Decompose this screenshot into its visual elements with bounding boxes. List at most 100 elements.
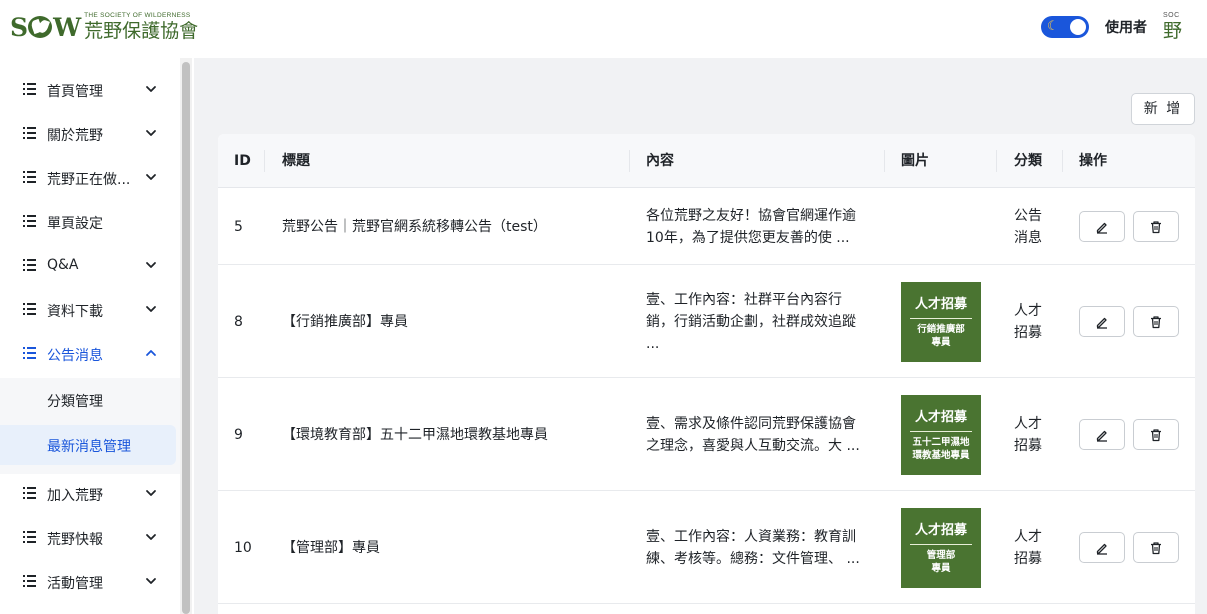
logo[interactable]: SW THE SOCIETY OF WILDERNESS 荒野保護協會: [10, 10, 198, 42]
row-content: 壹、需求及條件認同荒野保護協會 之理念，喜愛與人互動交流。大 ...: [646, 413, 861, 457]
row-content-line: 10年，為了提供您更友善的使 ...: [646, 229, 850, 246]
list-icon: [23, 259, 36, 271]
column-header-id[interactable]: ID: [234, 134, 251, 188]
column-separator: [884, 150, 885, 172]
sidebar-scrollbar-thumb[interactable]: [182, 62, 190, 614]
logo-subtitle: THE SOCIETY OF WILDERNESS: [84, 12, 191, 19]
image-subtext: 五十二甲濕地: [912, 436, 970, 448]
sidebar-item-label: 首頁管理: [47, 84, 103, 100]
sidebar-item[interactable]: 首頁管理: [0, 68, 176, 112]
column-header-actions: 操作: [1079, 153, 1107, 169]
table-row: 9 【環境教育部】五十二甲濕地環教基地專員 壹、需求及條件認同荒野保護協會 之理念，喜…: [218, 378, 1195, 491]
chevron-down-icon: [144, 82, 158, 96]
sidebar-item-label: 資料下載: [47, 304, 103, 320]
row-category-line: 人才: [1014, 415, 1042, 432]
list-icon: [23, 303, 36, 315]
sidebar-item[interactable]: 資料下載: [0, 288, 176, 332]
row-content-line: 之理念，喜愛與人互動交流。大 ...: [646, 437, 860, 454]
chevron-down-icon: [144, 530, 158, 544]
news-table: ID 標題 內容 圖片 分類 操作 5 荒野公告｜荒野官網系統移轉公告（test）…: [218, 134, 1195, 614]
list-icon: [23, 575, 36, 587]
delete-button[interactable]: [1133, 210, 1179, 242]
sidebar-subitem-label: 分類管理: [47, 394, 103, 410]
image-divider: [910, 430, 972, 432]
user-label[interactable]: 使用者: [1105, 17, 1147, 37]
row-content-line: 練、考核等。總務：文件管理、 ...: [646, 550, 860, 567]
column-separator: [1062, 150, 1063, 172]
row-category: 公告 消息: [1014, 205, 1042, 249]
row-id: 10: [234, 539, 252, 556]
row-content-line: 壹、工作內容：社群平台內容行: [646, 291, 842, 308]
column-header-image[interactable]: 圖片: [901, 134, 929, 188]
row-id: 5: [234, 218, 243, 235]
delete-button[interactable]: [1133, 531, 1179, 563]
edit-button[interactable]: [1079, 418, 1125, 450]
chevron-down-icon: [144, 126, 158, 140]
edit-button[interactable]: [1079, 305, 1125, 337]
sidebar-item[interactable]: 荒野正在做...: [0, 156, 176, 200]
sidebar: 首頁管理關於荒野荒野正在做... 單頁設定 Q&A 資料下載公告消息加入荒野荒野快報活…: [0, 58, 182, 614]
image-divider: [910, 543, 972, 545]
column-header-title[interactable]: 標題: [282, 134, 310, 188]
row-content: 壹、工作內容：人資業務：教育訓 練、考核等。總務：文件管理、 ...: [646, 526, 861, 570]
image-subtext: 管理部: [926, 549, 956, 561]
edit-button[interactable]: [1079, 531, 1125, 563]
row-category: 人才 招募: [1014, 526, 1042, 570]
list-icon: [23, 215, 36, 227]
image-subtext: 專員: [931, 562, 951, 574]
row-image: 人才招募五十二甲濕地 環教基地專員: [901, 394, 981, 475]
edit-button[interactable]: [1079, 210, 1125, 242]
row-content-line: 壹、工作內容：人資業務：教育訓: [646, 528, 856, 545]
sidebar-item-label: 關於荒野: [47, 128, 103, 144]
sidebar-subitem[interactable]: 最新消息管理: [0, 425, 176, 465]
row-category-line: 消息: [1014, 229, 1042, 246]
table-row: 10 【管理部】專員 壹、工作內容：人資業務：教育訓 練、考核等。總務：文件管理、 .…: [218, 491, 1195, 604]
sidebar-item[interactable]: Q&A: [0, 244, 176, 288]
row-id: 9: [234, 426, 243, 443]
column-separator: [264, 150, 265, 172]
image-subtext: 環教基地專員: [912, 449, 970, 461]
sidebar-item-label: 荒野正在做...: [47, 172, 131, 188]
sidebar-item[interactable]: 荒野快報: [0, 516, 176, 560]
row-category-line: 招募: [1014, 550, 1042, 567]
row-category-line: 人才: [1014, 302, 1042, 319]
list-icon: [23, 83, 36, 95]
list-icon: [23, 487, 36, 499]
row-content-line: 銷，行銷活動企劃，社群成效追蹤: [646, 313, 856, 330]
row-category-line: 公告: [1014, 207, 1042, 224]
column-separator: [629, 150, 630, 172]
sidebar-item[interactable]: 公告消息: [0, 332, 176, 376]
delete-button[interactable]: [1133, 418, 1179, 450]
sidebar-item[interactable]: 單頁設定: [0, 200, 176, 244]
row-title: 【行銷推廣部】專員: [282, 313, 408, 330]
row-content-line: ...: [646, 335, 660, 352]
column-header-category[interactable]: 分類: [1014, 134, 1042, 188]
sidebar-item[interactable]: 活動管理: [0, 560, 176, 604]
avatar-char: 野: [1163, 20, 1183, 42]
sidebar-item-label: 加入荒野: [47, 488, 103, 504]
sidebar-item[interactable]: 關於荒野: [0, 112, 176, 156]
table-row: 8 【行銷推廣部】專員 壹、工作內容：社群平台內容行 銷，行銷活動企劃，社群成效追蹤.…: [218, 265, 1195, 378]
theme-toggle[interactable]: ☾: [1041, 16, 1089, 38]
table-header: [218, 134, 1195, 188]
sidebar-subitem[interactable]: 分類管理: [0, 380, 176, 420]
sidebar-item-label: 公告消息: [47, 348, 103, 364]
row-category-line: 招募: [1014, 324, 1042, 341]
row-category: 人才 招募: [1014, 413, 1042, 457]
logo-name: 荒野保護協會: [84, 20, 199, 42]
column-header-content[interactable]: 內容: [646, 134, 674, 188]
chevron-down-icon: [144, 170, 158, 184]
sidebar-item[interactable]: 加入荒野: [0, 472, 176, 516]
row-category-line: 招募: [1014, 437, 1042, 454]
avatar[interactable]: SOC 野: [1163, 12, 1193, 44]
delete-button[interactable]: [1133, 305, 1179, 337]
chevron-up-icon: [144, 346, 158, 360]
image-heading: 人才招募: [914, 409, 967, 425]
chevron-down-icon: [144, 574, 158, 588]
row-content-line: 壹、需求及條件認同荒野保護協會: [646, 415, 856, 432]
add-button[interactable]: 新 增: [1131, 93, 1195, 125]
row-image: 人才招募 行銷推廣部 專員: [901, 281, 981, 362]
image-subtext: 行銷推廣部: [917, 323, 965, 335]
list-icon: [23, 347, 36, 359]
sidebar-item-label: Q&A: [47, 257, 79, 273]
